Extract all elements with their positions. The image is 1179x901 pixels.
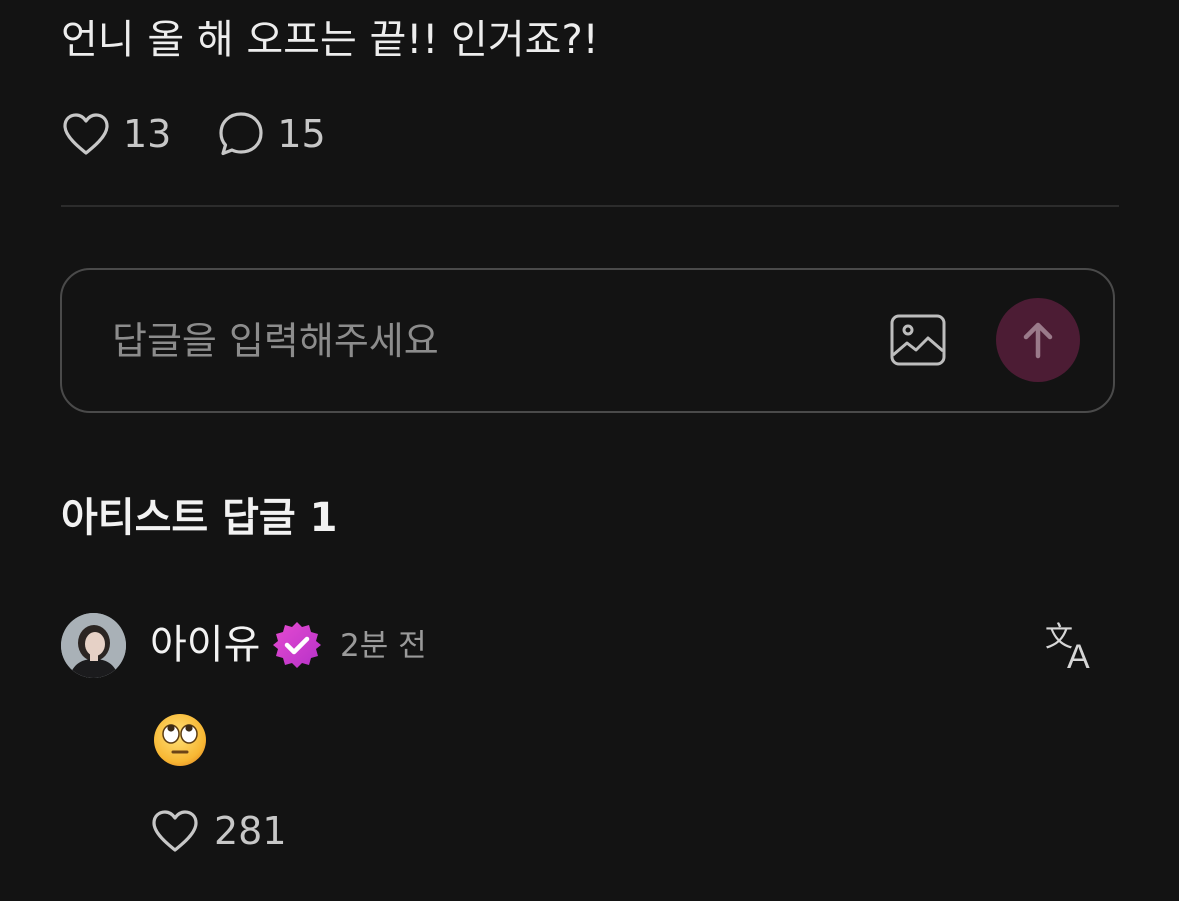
face-with-rolling-eyes-emoji xyxy=(152,712,208,768)
like-count: 13 xyxy=(123,112,172,156)
translate-icon: 文 A xyxy=(1045,620,1090,676)
image-icon xyxy=(890,314,946,366)
post-detail-screen: 언니 올 해 오프는 끝!! 인거죠?! 13 15 답글을 입력해주세요 아티… xyxy=(0,0,1179,901)
translate-button[interactable]: 文 A xyxy=(1043,620,1103,676)
author-name[interactable]: 아이유 xyxy=(150,618,260,672)
comment-button[interactable]: 15 xyxy=(217,110,326,158)
send-button[interactable] xyxy=(996,298,1080,382)
attach-image-button[interactable] xyxy=(889,313,947,369)
reply-timestamp: 2분 전 xyxy=(340,628,427,664)
post-stats: 13 15 xyxy=(61,108,326,160)
reply-like-count: 281 xyxy=(214,809,287,853)
avatar[interactable] xyxy=(61,613,126,678)
reply-input[interactable] xyxy=(112,310,872,372)
reply-like-button[interactable]: 281 xyxy=(150,808,287,854)
reply-composer xyxy=(60,268,1115,413)
heart-outline-icon xyxy=(63,113,109,155)
comment-count: 15 xyxy=(277,112,326,156)
artist-replies-heading: 아티스트 답글 1 xyxy=(61,495,338,541)
arrow-up-icon xyxy=(1023,322,1053,359)
svg-text:A: A xyxy=(1067,638,1090,674)
divider xyxy=(61,205,1119,207)
verified-badge-icon xyxy=(272,620,322,670)
like-button[interactable]: 13 xyxy=(61,111,171,157)
speech-bubble-icon xyxy=(219,112,263,156)
heart-outline-icon xyxy=(152,810,198,852)
avatar-image xyxy=(61,613,126,678)
post-text: 언니 올 해 오프는 끝!! 인거죠?! xyxy=(61,17,599,63)
